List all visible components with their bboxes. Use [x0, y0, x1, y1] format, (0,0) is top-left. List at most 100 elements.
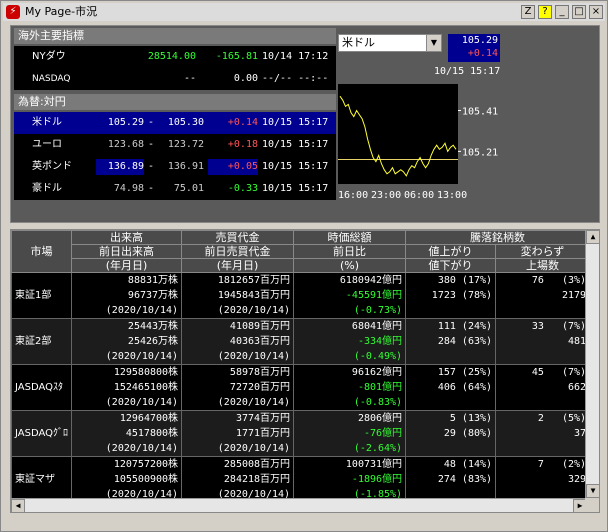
fx-change: +0.18	[227, 139, 258, 150]
fx-change: +0.14	[208, 115, 258, 131]
fx-row-gbp[interactable]: 英ポンド 136.89 - 136.91 +0.05 10/15 15:17	[14, 156, 336, 178]
fx-header: 為替:対円	[14, 94, 336, 110]
index-row-nydow[interactable]: NYダウ 28514.00 -165.81 10/14 17:12	[14, 46, 336, 68]
value-cell: 58978百万円	[181, 364, 295, 380]
value-cell: 285008百万円	[181, 456, 295, 472]
market-name: JASDAQｽﾀ	[10, 364, 73, 411]
index-name: NYダウ	[32, 51, 66, 62]
unch-count: 45	[531, 367, 544, 378]
table-row[interactable]: 東証2部 25443万株 41089百万円 68041億円 111 (24%) 33 (7…	[10, 318, 591, 365]
minimize-button[interactable]: _	[555, 5, 569, 19]
quote-panel: 海外主要指標 NYダウ 28514.00 -165.81 10/14 17:12…	[10, 25, 600, 223]
value-cell: 40363百万円	[181, 334, 295, 349]
table-row[interactable]: (2020/10/14) (2020/10/14) (-0.73%)	[11, 303, 591, 319]
col-down[interactable]: 値下がり	[405, 258, 497, 273]
col-up[interactable]: 値上がり	[405, 244, 497, 259]
indices-header: 海外主要指標	[14, 28, 336, 44]
table-row[interactable]: 4517800株 1771百万円 -76億円 29 (80%) 37	[11, 426, 591, 441]
col-date1: (年月日)	[71, 258, 183, 273]
fx-sep: -	[148, 139, 155, 150]
up-pct: (17%)	[461, 275, 493, 286]
table-row[interactable]: (2020/10/14) (2020/10/14) (-0.83%)	[11, 395, 591, 411]
help-button[interactable]: ?	[538, 5, 552, 19]
chart-price-box: 105.29 +0.14	[448, 34, 500, 62]
cap-cell: 2806億円	[293, 410, 407, 426]
table-row[interactable]: JASDAQｸﾞﾛ 12964700株 3774百万円 2806億円 5 (13%) 2 …	[10, 410, 591, 457]
fx-row-aud[interactable]: 豪ドル 74.98 - 75.01 -0.33 10/15 15:17	[14, 178, 336, 200]
fx-row-eur[interactable]: ユーロ 123.68 - 123.72 +0.18 10/15 15:17	[14, 134, 336, 156]
col-volume[interactable]: 出来高	[71, 230, 183, 245]
app-window: ⚡ My Page-市況 Z ? _ □ × 海外主要指標 NYダウ 28514…	[0, 0, 608, 532]
cap-cell: (-0.49%)	[293, 349, 407, 365]
index-name: NASDAQ	[32, 74, 71, 84]
close-button[interactable]: ×	[589, 5, 603, 19]
col-prev-value: 前日売買代金	[181, 244, 295, 259]
volume-cell: 25443万株	[71, 318, 183, 334]
volume-cell: 105500900株	[71, 472, 183, 487]
scroll-left-icon[interactable]: ◀	[11, 499, 25, 513]
fx-change: -0.33	[227, 183, 258, 194]
chart-price: 105.29	[461, 35, 498, 46]
table-row[interactable]: 東証マザ 120757200株 285008百万円 100731億円 48 (14%) 7…	[10, 456, 591, 503]
col-prev-volume: 前日出来高	[71, 244, 183, 259]
up-pct: (13%)	[461, 413, 493, 424]
listed-count: 329	[495, 472, 591, 487]
market-name: JASDAQｸﾞﾛ	[10, 410, 73, 457]
value-cell: (2020/10/14)	[181, 441, 295, 457]
app-icon: ⚡	[6, 5, 20, 19]
up-pct: (24%)	[461, 321, 493, 332]
table-row[interactable]: 96737万株 1945843百万円 -45591億円 1723 (78%) 2179	[11, 288, 591, 303]
col-value[interactable]: 売買代金	[181, 230, 295, 245]
col-unch[interactable]: 変わらず	[495, 244, 591, 259]
index-change: 0.00	[233, 73, 258, 84]
table-row[interactable]: (2020/10/14) (2020/10/14) (-2.64%)	[11, 441, 591, 457]
unch-pct: (7%)	[561, 321, 587, 332]
col-cap[interactable]: 時価総額	[293, 230, 407, 245]
listed-count: 481	[495, 334, 591, 349]
fx-bid: 123.68	[107, 139, 144, 150]
table-row[interactable]: 105500900株 284218百万円 -1896億円 274 (83%) 329	[11, 472, 591, 487]
fx-row-usd[interactable]: 米ドル 105.29 - 105.30 +0.14 10/15 15:17	[14, 112, 336, 134]
fx-time: 10/15 15:17	[262, 117, 329, 128]
title-bar[interactable]: ⚡ My Page-市況 Z ? _ □ ×	[3, 3, 605, 21]
down-pct: (64%)	[461, 382, 493, 393]
col-pct: (%)	[293, 258, 407, 273]
volume-cell: (2020/10/14)	[71, 441, 183, 457]
table-row[interactable]: 152465100株 72720百万円 -801億円 406 (64%) 662	[11, 380, 591, 395]
col-listed[interactable]: 上場数	[495, 258, 591, 273]
maximize-button[interactable]: □	[572, 5, 586, 19]
currency-select[interactable]: 米ドル ▼	[338, 34, 442, 52]
listed-count: 2179	[495, 288, 591, 303]
unch-count: 76	[531, 275, 544, 286]
fx-name: ユーロ	[32, 139, 62, 150]
table-row[interactable]: (2020/10/14) (2020/10/14) (-0.49%)	[11, 349, 591, 365]
up-pct: (25%)	[461, 367, 493, 378]
vertical-scrollbar[interactable]: ▲ ▼	[585, 230, 600, 498]
value-cell: (2020/10/14)	[181, 349, 295, 365]
table-row[interactable]: JASDAQｽﾀ 129580800株 58978百万円 96162億円 157 (25…	[10, 364, 591, 411]
cap-cell: (-0.83%)	[293, 395, 407, 411]
table-row[interactable]: 東証1部 88831万株 1812657百万円 6180942億円 380 (17%) 7…	[10, 272, 591, 319]
col-breadth: 騰落銘柄数	[405, 230, 591, 245]
index-row-nasdaq[interactable]: NASDAQ -- 0.00 --/-- --:--	[14, 68, 336, 90]
scroll-up-icon[interactable]: ▲	[586, 230, 600, 244]
chart-time: 10/15 15:17	[434, 66, 501, 77]
horizontal-scrollbar[interactable]: ◀ ▶	[11, 498, 587, 513]
fx-time: 10/15 15:17	[262, 161, 329, 172]
fx-name: 英ポンド	[32, 161, 72, 172]
fx-name: 米ドル	[32, 117, 62, 128]
unch-pct: (2%)	[561, 459, 587, 470]
scroll-down-icon[interactable]: ▼	[586, 484, 600, 498]
volume-cell: 129580800株	[71, 364, 183, 380]
volume-cell: 4517800株	[71, 426, 183, 441]
fx-sep: -	[148, 183, 155, 194]
chevron-down-icon[interactable]: ▼	[426, 35, 441, 51]
table-row[interactable]: 25426万株 40363百万円 -334億円 284 (63%) 481	[11, 334, 591, 349]
col-market[interactable]: 市場	[10, 230, 73, 273]
volume-cell: 88831万株	[71, 272, 183, 288]
value-cell: (2020/10/14)	[181, 395, 295, 411]
down-count: 284	[437, 336, 456, 347]
down-count: 29	[443, 428, 456, 439]
up-count: 157	[437, 367, 456, 378]
z-button[interactable]: Z	[521, 5, 535, 19]
